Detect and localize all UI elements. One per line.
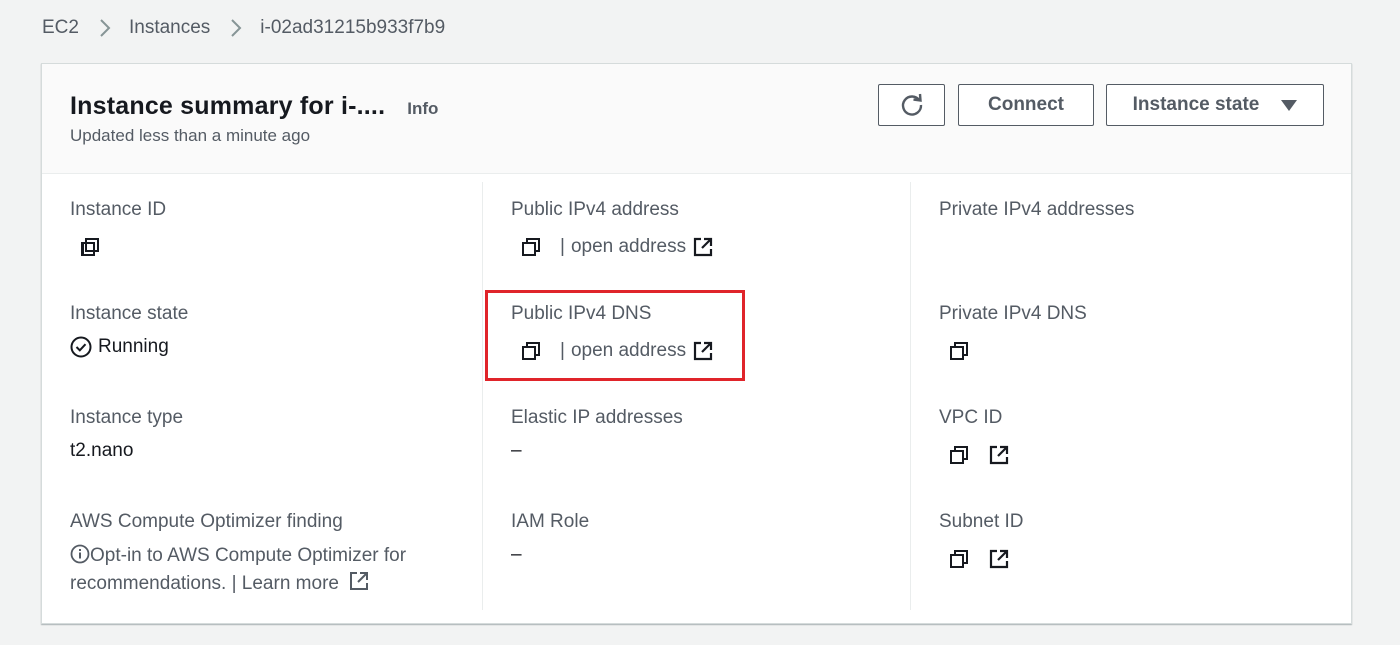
field-private-ipv4-addresses: Private IPv4 addresses (939, 198, 1333, 222)
field-value (939, 340, 970, 362)
copy-icon[interactable] (520, 236, 542, 258)
instance-summary-panel: Instance summary for i-.... Info Updated… (41, 63, 1352, 624)
field-compute-optimizer: AWS Compute Optimizer finding Opt-in to … (70, 510, 462, 594)
separator: | (560, 236, 565, 257)
breadcrumb-ec2[interactable]: EC2 (42, 17, 79, 39)
field-subnet-id: Subnet ID (939, 510, 1333, 569)
field-value: | open address (511, 236, 714, 258)
field-value: Running (70, 336, 169, 358)
elastic-ip-value: – (511, 440, 522, 461)
separator: | (231, 573, 237, 594)
instance-state-value: Running (98, 336, 169, 357)
open-address-link[interactable]: open address (571, 236, 686, 258)
breadcrumb: EC2 Instances i-02ad31215b933f7b9 (42, 14, 445, 42)
field-label: Private IPv4 addresses (939, 199, 1135, 220)
column-2: Public IPv4 address | open address Publi… (482, 182, 910, 610)
field-label: Instance ID (70, 199, 167, 220)
external-link-icon[interactable] (988, 444, 1010, 466)
open-address-link[interactable]: open address (571, 340, 686, 362)
check-circle-icon (70, 336, 92, 358)
copy-icon[interactable] (948, 340, 970, 362)
chevron-right-icon (230, 18, 242, 38)
field-elastic-ip: Elastic IP addresses – (511, 406, 890, 461)
separator: | (560, 340, 565, 361)
copy-icon[interactable] (79, 236, 101, 258)
field-instance-id: Instance ID (70, 198, 462, 256)
info-link[interactable]: Info (407, 99, 438, 119)
iam-role-value: – (511, 544, 522, 565)
field-value (70, 236, 101, 258)
refresh-icon (899, 92, 925, 118)
field-label: IAM Role (511, 511, 590, 532)
field-label: Public IPv4 address (511, 199, 679, 220)
learn-more-link[interactable]: Learn more (242, 573, 339, 594)
column-3: Private IPv4 addresses Private IPv4 DNS … (910, 182, 1353, 610)
panel-body: Instance ID Instance state Running Insta (42, 174, 1351, 624)
info-circle-icon (70, 544, 90, 564)
external-link-icon[interactable] (692, 236, 714, 258)
chevron-right-icon (99, 18, 111, 38)
field-public-ipv4-dns: Public IPv4 DNS | open address (511, 302, 890, 361)
field-label: AWS Compute Optimizer finding (70, 511, 343, 532)
title-row: Instance summary for i-.... Info (70, 92, 438, 121)
field-value (939, 444, 1010, 466)
breadcrumb-current: i-02ad31215b933f7b9 (260, 17, 446, 38)
external-link-icon[interactable] (348, 570, 370, 592)
field-label: Instance state (70, 303, 189, 324)
field-value (939, 548, 1010, 570)
panel-header: Instance summary for i-.... Info Updated… (42, 64, 1351, 174)
external-link-icon[interactable] (988, 548, 1010, 570)
instance-type-value: t2.nano (70, 440, 134, 461)
field-vpc-id: VPC ID (939, 406, 1333, 465)
copy-icon[interactable] (948, 548, 970, 570)
copy-icon[interactable] (948, 444, 970, 466)
copy-icon[interactable] (520, 340, 542, 362)
field-label: VPC ID (939, 407, 1003, 428)
field-label: Elastic IP addresses (511, 407, 683, 428)
external-link-icon[interactable] (692, 340, 714, 362)
field-value: | open address (511, 340, 714, 362)
caret-down-icon (1281, 99, 1298, 111)
field-label: Instance type (70, 407, 184, 428)
column-1: Instance ID Instance state Running Insta (42, 182, 482, 610)
field-label: Private IPv4 DNS (939, 303, 1087, 324)
refresh-button[interactable] (878, 84, 945, 126)
field-instance-state: Instance state Running (70, 302, 462, 358)
field-iam-role: IAM Role – (511, 510, 890, 565)
field-private-ipv4-dns: Private IPv4 DNS (939, 302, 1333, 360)
page-title: Instance summary for i-.... (70, 92, 386, 120)
field-label: Subnet ID (939, 511, 1024, 532)
field-instance-type: Instance type t2.nano (70, 406, 462, 461)
instance-state-label: Instance state (1132, 94, 1260, 115)
field-label: Public IPv4 DNS (511, 303, 652, 324)
breadcrumb-instances[interactable]: Instances (129, 17, 210, 39)
optimizer-message: Opt-in to AWS Compute Optimizer for reco… (70, 542, 470, 598)
instance-state-dropdown[interactable]: Instance state (1106, 84, 1324, 126)
field-public-ipv4-address: Public IPv4 address | open address (511, 198, 890, 257)
connect-button[interactable]: Connect (958, 84, 1094, 126)
updated-timestamp: Updated less than a minute ago (70, 126, 311, 145)
